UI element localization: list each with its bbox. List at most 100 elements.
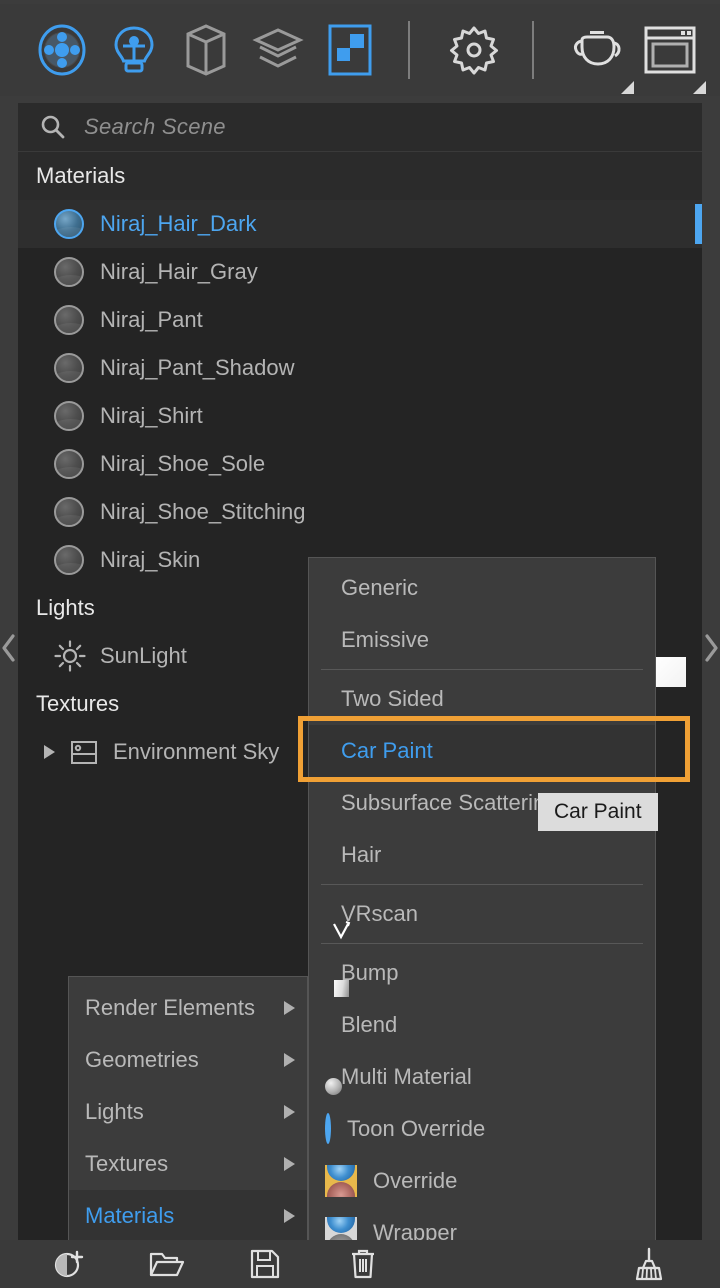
menu-item-override[interactable]: Override xyxy=(309,1155,655,1207)
menu-item-label: Blend xyxy=(341,1012,398,1037)
tree-row-material[interactable]: Niraj_Hair_Dark xyxy=(18,200,702,248)
tree-row-label: Niraj_Pant_Shadow xyxy=(100,355,295,380)
menu-item-toon-override[interactable]: Toon Override xyxy=(309,1103,655,1155)
context-item-textures[interactable]: Textures xyxy=(69,1138,307,1190)
override-icon xyxy=(325,1165,357,1197)
context-item-label: Materials xyxy=(85,1203,175,1228)
menu-item-label: Toon Override xyxy=(347,1116,486,1141)
save-icon[interactable] xyxy=(238,1244,292,1284)
expand-arrow-icon[interactable] xyxy=(44,745,55,759)
top-toolbar xyxy=(0,4,720,96)
tooltip: Car Paint xyxy=(538,793,658,831)
menu-item-label: Car Paint xyxy=(341,738,433,763)
submenu-arrow-icon xyxy=(284,1105,295,1119)
submenu-arrow-icon xyxy=(284,1001,295,1015)
layers-icon[interactable] xyxy=(248,20,308,80)
tree-row-material[interactable]: Niraj_Hair_Gray xyxy=(18,248,702,296)
material-preview-icon xyxy=(54,497,84,527)
context-item-materials[interactable]: Materials xyxy=(69,1190,307,1242)
menu-item-label: Multi Material xyxy=(341,1064,472,1089)
context-item-label: Lights xyxy=(85,1099,144,1124)
menu-item-label: Emissive xyxy=(341,627,430,652)
group-header-materials[interactable]: Materials xyxy=(18,152,702,200)
teapot-dropdown-corner[interactable] xyxy=(621,81,634,94)
bottom-toolbar xyxy=(0,1240,720,1288)
tree-row-material[interactable]: Niraj_Shirt xyxy=(18,392,702,440)
sun-icon xyxy=(54,640,86,672)
context-item-render-elements[interactable]: Render Elements xyxy=(69,982,307,1034)
menu-item-label: Override xyxy=(373,1168,458,1193)
menu-item-label: Subsurface Scattering xyxy=(341,790,558,815)
context-menu: Render Elements Geometries Lights Textur… xyxy=(68,976,308,1248)
viewport-icon[interactable] xyxy=(640,20,706,94)
tree-row-label: Environment Sky xyxy=(113,739,280,764)
submenu-arrow-icon xyxy=(284,1157,295,1171)
submenu-arrow-icon xyxy=(284,1053,295,1067)
menu-divider xyxy=(321,943,643,944)
tree-row-label: Niraj_Shoe_Sole xyxy=(100,451,266,476)
context-item-geometries[interactable]: Geometries xyxy=(69,1034,307,1086)
environment-sky-icon xyxy=(69,737,99,767)
tree-row-material[interactable]: Niraj_Pant xyxy=(18,296,702,344)
menu-item-emissive[interactable]: Emissive xyxy=(309,614,655,666)
material-preview-icon xyxy=(54,305,84,335)
toolbar-divider-2 xyxy=(532,21,534,79)
tree-row-label: Niraj_Shirt xyxy=(100,403,203,428)
menu-item-label: Generic xyxy=(341,575,419,600)
menu-divider xyxy=(321,669,643,670)
menu-item-blend[interactable]: Blend xyxy=(309,999,655,1051)
menu-item-hair[interactable]: Hair xyxy=(309,829,655,881)
tree-row-material[interactable]: Niraj_Shoe_Sole xyxy=(18,440,702,488)
menu-item-bump[interactable]: Bump xyxy=(309,947,655,999)
menu-item-two-sided[interactable]: Two Sided xyxy=(309,673,655,725)
material-preview-icon xyxy=(54,449,84,479)
open-folder-icon[interactable] xyxy=(140,1244,194,1284)
menu-item-generic[interactable]: Generic xyxy=(309,562,655,614)
material-type-menu: Generic Emissive Two Sided Car Paint Sub… xyxy=(308,557,656,1264)
delete-icon[interactable] xyxy=(336,1244,390,1284)
context-item-label: Textures xyxy=(85,1151,169,1176)
geometry-icon[interactable] xyxy=(176,20,236,80)
toon-override-icon xyxy=(325,1113,331,1144)
cleanup-broom-icon[interactable] xyxy=(622,1244,676,1284)
selection-indicator xyxy=(695,204,702,244)
tree-row-label: Niraj_Hair_Gray xyxy=(100,259,258,284)
tree-row-label: Niraj_Hair_Dark xyxy=(100,211,257,236)
tree-row-material[interactable]: Niraj_Shoe_Stitching xyxy=(18,488,702,536)
panel-expand-right-button[interactable] xyxy=(702,628,720,668)
menu-item-label: Bump xyxy=(341,960,399,985)
material-preview-icon xyxy=(54,401,84,431)
context-item-label: Geometries xyxy=(85,1047,199,1072)
material-preview-icon xyxy=(54,545,84,575)
material-preview-icon xyxy=(54,353,84,383)
menu-item-car-paint[interactable]: Car Paint xyxy=(309,725,655,777)
panel-collapse-left-button[interactable] xyxy=(0,628,18,668)
tree-row-material[interactable]: Niraj_Pant_Shadow xyxy=(18,344,702,392)
settings-gear-icon[interactable] xyxy=(444,20,504,80)
menu-item-label: Two Sided xyxy=(341,686,444,711)
menu-item-label: Hair xyxy=(341,842,382,867)
app-root: Search Scene Materials Niraj_Hair_Dark N… xyxy=(0,0,720,1288)
material-preview-icon xyxy=(54,209,84,239)
menu-item-multi-material[interactable]: Multi Material xyxy=(309,1051,655,1103)
tree-row-label: Niraj_Skin xyxy=(100,547,201,572)
material-preview-icon xyxy=(54,257,84,287)
submenu-arrow-icon xyxy=(284,1209,295,1223)
search-input[interactable]: Search Scene xyxy=(84,114,226,140)
search-bar[interactable]: Search Scene xyxy=(18,103,702,152)
tree-row-label: SunLight xyxy=(100,643,187,668)
context-item-lights[interactable]: Lights xyxy=(69,1086,307,1138)
tree-row-label: Niraj_Pant xyxy=(100,307,203,332)
menu-item-vrscan[interactable]: VRscan xyxy=(309,888,655,940)
lights-icon[interactable] xyxy=(104,20,164,80)
color-swatch[interactable] xyxy=(656,657,686,687)
viewport-dropdown-corner[interactable] xyxy=(693,81,706,94)
search-icon xyxy=(40,114,66,140)
materials-icon[interactable] xyxy=(32,20,92,80)
render-elements-icon[interactable] xyxy=(320,20,380,80)
toolbar-divider-1 xyxy=(408,21,410,79)
context-item-label: Render Elements xyxy=(85,995,255,1020)
add-material-icon[interactable] xyxy=(42,1244,96,1284)
menu-divider xyxy=(321,884,643,885)
teapot-icon[interactable] xyxy=(568,20,634,94)
